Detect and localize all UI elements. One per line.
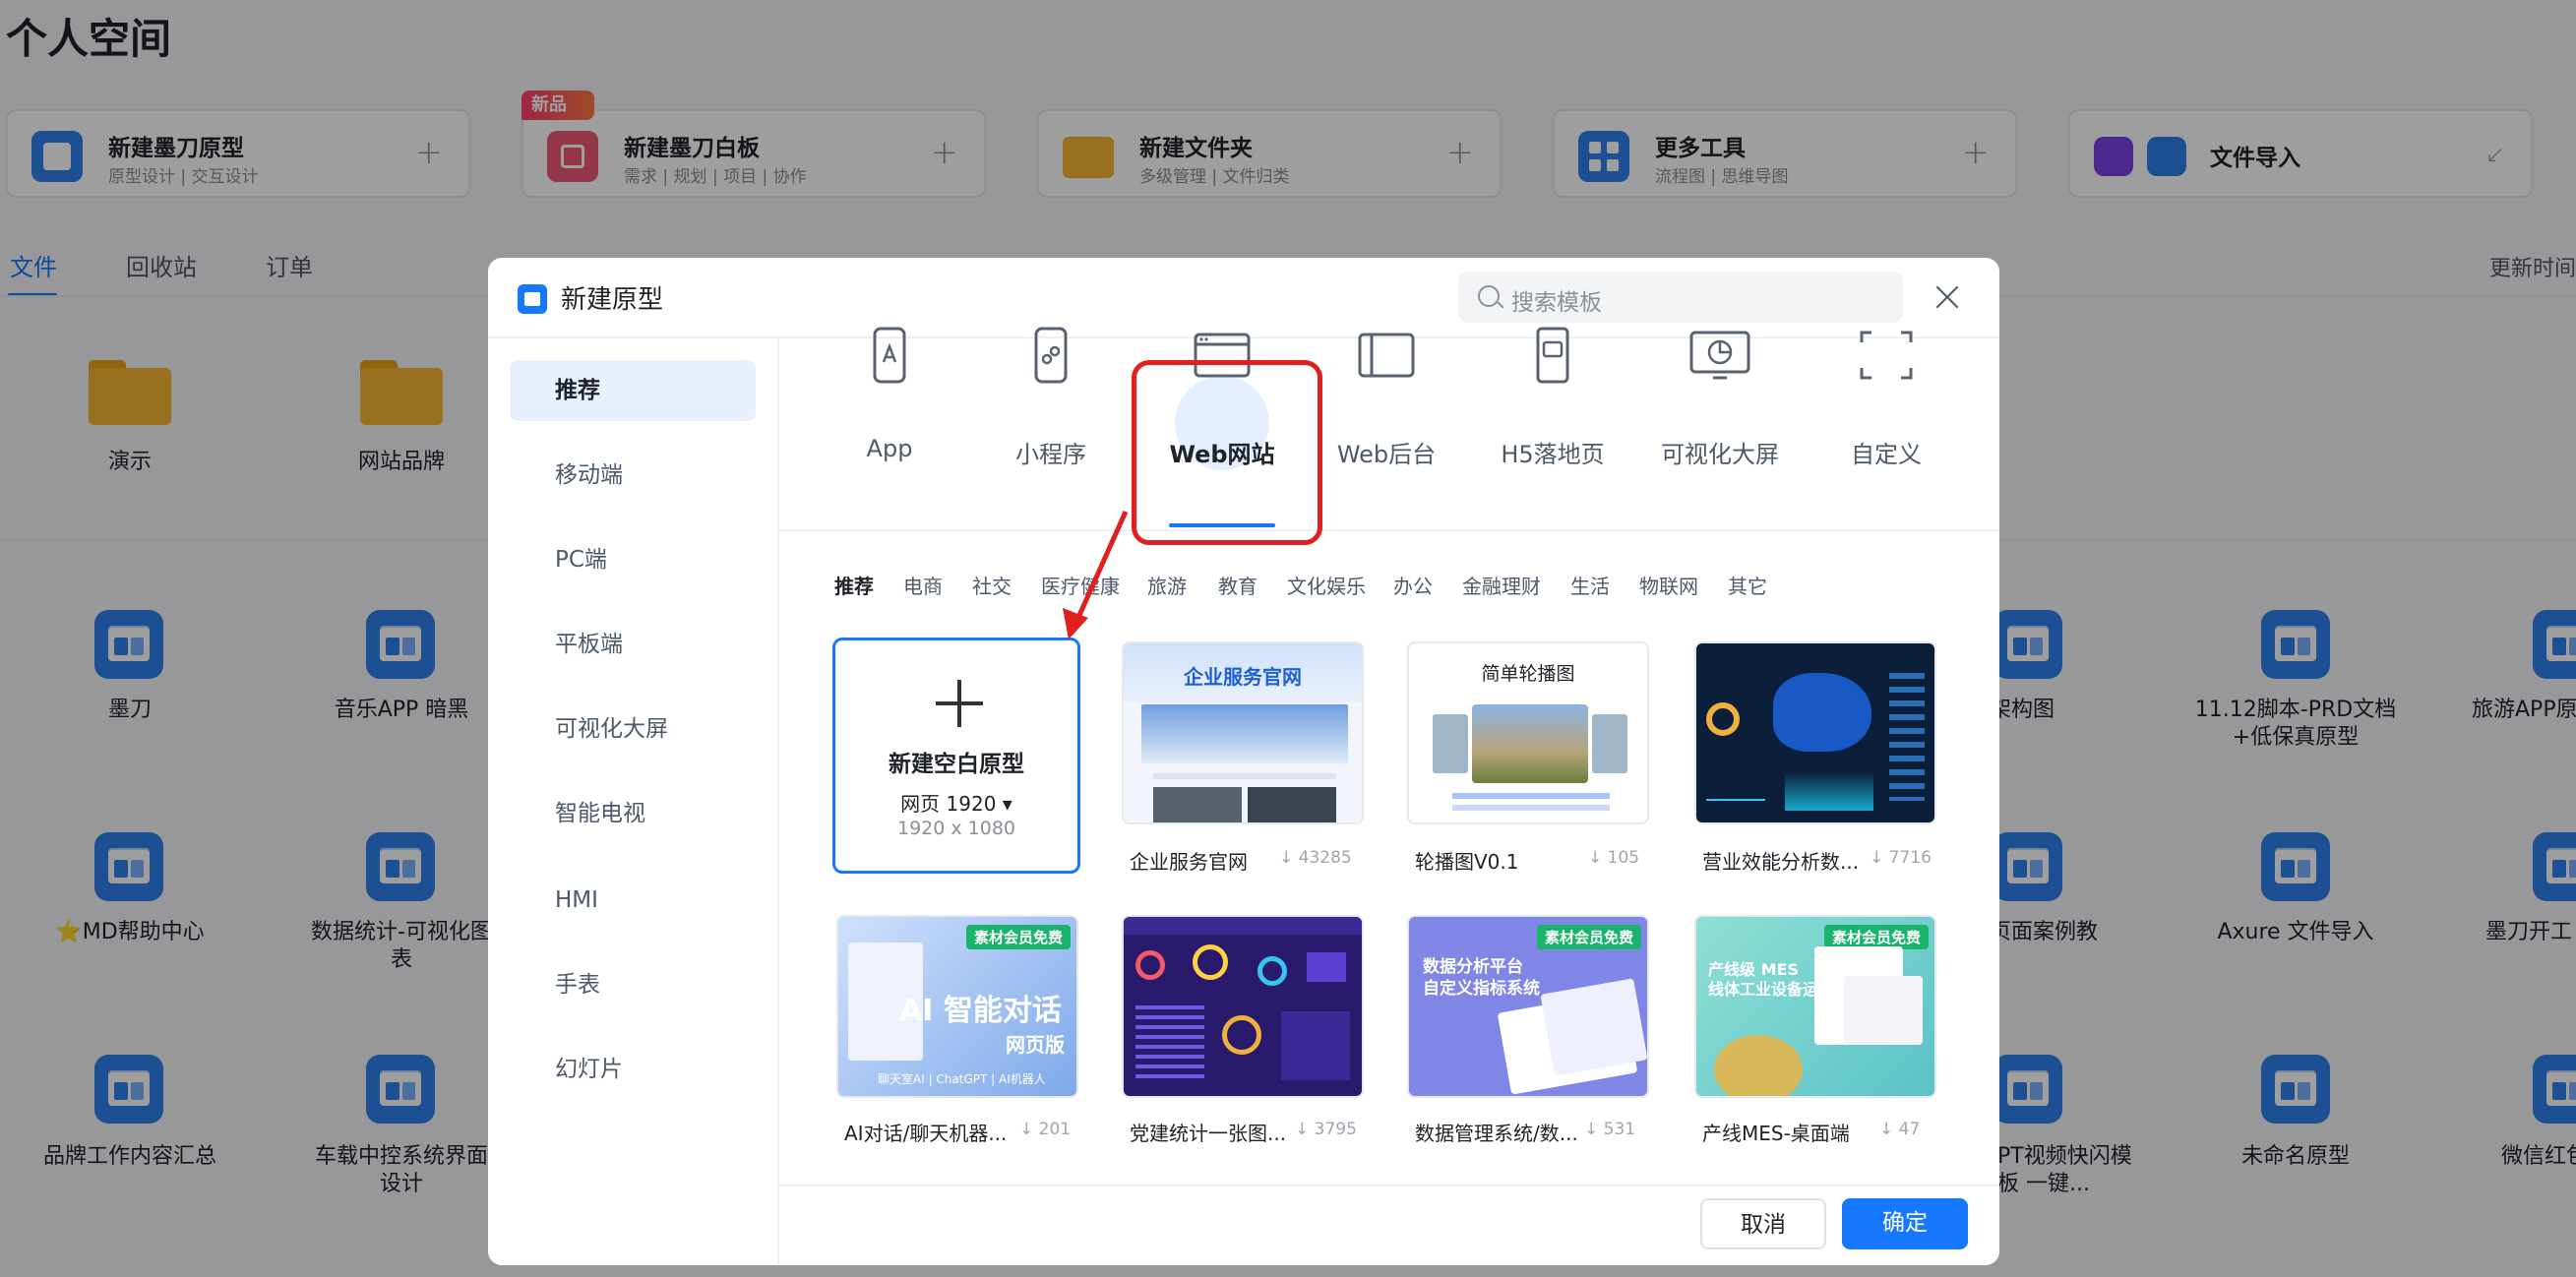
category-social[interactable]: 社交	[972, 571, 1012, 599]
category-finance[interactable]: 金融理财	[1462, 571, 1541, 599]
thumb-subtitle: 网页版	[1006, 1033, 1065, 1057]
sidebar-item-hmi[interactable]: HMI	[510, 870, 756, 931]
category-ecommerce[interactable]: 电商	[903, 571, 943, 599]
sidebar-item-tablet[interactable]: 平板端	[510, 614, 756, 675]
category-travel[interactable]: 旅游	[1147, 571, 1187, 599]
template-thumbnail[interactable]: 简单轮播图	[1407, 641, 1649, 824]
dashboard-icon	[1689, 331, 1750, 380]
sidebar-item-mobile[interactable]: 移动端	[510, 445, 756, 506]
template-name: 轮播图V0.1	[1415, 850, 1519, 874]
download-count: ↓ 7716	[1870, 848, 1932, 868]
template-name: 党建统计一张图...	[1130, 1122, 1287, 1145]
download-count: ↓ 105	[1588, 848, 1640, 868]
download-count: ↓ 3795	[1295, 1120, 1357, 1139]
type-label: 自定义	[1851, 441, 1922, 468]
type-custom[interactable]: 自定义	[1812, 321, 1960, 468]
thumb-title: 简单轮播图	[1481, 663, 1575, 685]
template-thumbnail[interactable]: 企业服务官网	[1122, 641, 1364, 824]
thumb-tags: 聊天室AI | ChatGPT | AI机器人	[878, 1072, 1046, 1086]
type-web-admin[interactable]: Web后台	[1313, 321, 1460, 468]
new-blank-prototype-card[interactable]: 新建空白原型 网页 1920 ▾ 1920 x 1080	[832, 638, 1080, 874]
template-thumbnail[interactable]: 素材会员免费 AI 智能对话 网页版 聊天室AI | ChatGPT | AI机…	[836, 915, 1078, 1098]
category-culture[interactable]: 文化娱乐	[1287, 571, 1366, 599]
type-label: 小程序	[1015, 441, 1086, 468]
annotation-highlight-box	[1132, 360, 1322, 545]
template-thumbnail[interactable]: 素材会员免费 数据分析平台 自定义指标系统	[1407, 915, 1649, 1098]
download-count: ↓ 531	[1584, 1120, 1636, 1139]
sidebar-item-recommended[interactable]: 推荐	[510, 360, 756, 421]
type-visual-dashboard[interactable]: 可视化大屏	[1646, 321, 1794, 468]
template-name: AI对话/聊天机器...	[844, 1122, 1008, 1145]
download-count: ↓ 43285	[1279, 848, 1352, 868]
template-name: 产线MES-桌面端	[1702, 1122, 1850, 1145]
custom-size-icon	[1860, 331, 1913, 380]
template-thumbnail[interactable]: 素材会员免费 产线级 MES 线体工业设备运营	[1694, 915, 1936, 1098]
type-label: H5落地页	[1501, 441, 1605, 468]
type-mini-program[interactable]: 小程序	[977, 321, 1125, 468]
landing-page-icon	[1536, 327, 1569, 384]
cancel-button[interactable]: 取消	[1700, 1198, 1826, 1249]
template-name: 企业服务官网	[1130, 850, 1248, 874]
type-label: 可视化大屏	[1661, 441, 1779, 468]
category-iot[interactable]: 物联网	[1639, 571, 1698, 599]
new-prototype-dialog: 新建原型 搜索模板 推荐 移动端 PC端 平板端 可视化大屏 智能电视 HMI …	[488, 258, 1999, 1265]
sidebar-item-watch[interactable]: 手表	[510, 954, 756, 1015]
phone-icon	[873, 327, 906, 384]
thumb-title: AI 智能对话	[899, 994, 1062, 1028]
template-search-input[interactable]: 搜索模板	[1458, 272, 1903, 323]
template-thumbnail[interactable]	[1122, 915, 1364, 1098]
category-healthcare[interactable]: 医疗健康	[1041, 571, 1120, 599]
type-h5-landing[interactable]: H5落地页	[1479, 321, 1626, 468]
dialog-sidebar: 推荐 移动端 PC端 平板端 可视化大屏 智能电视 HMI 手表 幻灯片	[488, 338, 779, 1265]
sidebar-item-dashboard[interactable]: 可视化大屏	[510, 699, 756, 760]
template-name: 营业效能分析数...	[1702, 850, 1860, 874]
type-label: Web后台	[1336, 441, 1437, 468]
category-life[interactable]: 生活	[1570, 571, 1610, 599]
template-thumbnail[interactable]	[1694, 641, 1936, 824]
type-label: App	[866, 435, 913, 462]
confirm-button[interactable]: 确定	[1842, 1198, 1968, 1249]
download-count: ↓ 201	[1019, 1120, 1072, 1139]
template-name: 数据管理系统/数...	[1415, 1122, 1578, 1145]
sidebar-item-pc[interactable]: PC端	[510, 529, 756, 590]
divider	[779, 1185, 1999, 1186]
blank-title: 新建空白原型	[889, 752, 1024, 777]
category-recommended[interactable]: 推荐	[834, 571, 874, 599]
member-free-badge: 素材会员免费	[1536, 925, 1641, 949]
type-app[interactable]: App	[816, 321, 963, 462]
page-size-select[interactable]: 网页 1920 ▾	[835, 788, 1077, 817]
sidebar-item-smart-tv[interactable]: 智能电视	[510, 783, 756, 844]
category-education[interactable]: 教育	[1218, 571, 1257, 599]
search-icon	[1478, 285, 1500, 307]
close-icon[interactable]	[1931, 279, 1966, 315]
category-other[interactable]: 其它	[1728, 571, 1767, 599]
admin-panel-icon	[1358, 333, 1415, 378]
divider	[779, 529, 1999, 531]
member-free-badge: 素材会员免费	[965, 925, 1071, 949]
search-placeholder: 搜索模板	[1511, 290, 1602, 316]
mini-program-icon	[1034, 327, 1068, 384]
thumb-subtitle: 自定义指标系统	[1423, 979, 1540, 999]
dialog-title: 新建原型	[561, 285, 664, 315]
prototype-icon	[518, 284, 547, 314]
category-office[interactable]: 办公	[1393, 571, 1433, 599]
page-dimensions: 1920 x 1080	[896, 818, 1016, 839]
download-count: ↓ 47	[1879, 1120, 1921, 1139]
sidebar-item-slides[interactable]: 幻灯片	[510, 1039, 756, 1100]
thumb-title: 企业服务官网	[1184, 665, 1302, 689]
